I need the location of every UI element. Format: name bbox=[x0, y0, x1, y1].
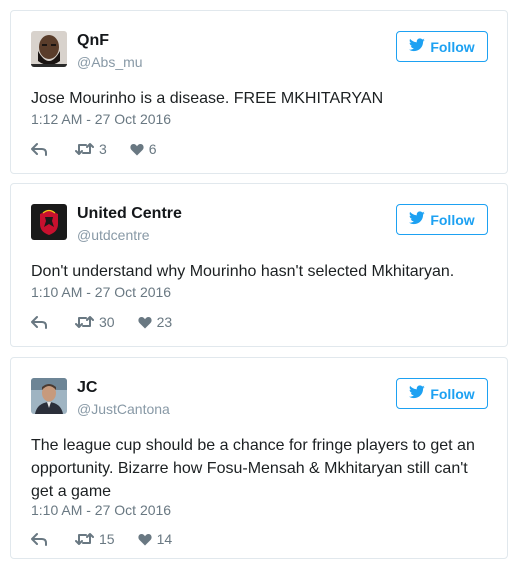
user-handle[interactable]: @utdcentre bbox=[77, 227, 150, 243]
tweet-actions: 3 6 bbox=[31, 140, 157, 158]
tweet-text: Don't understand why Mourinho hasn't sel… bbox=[31, 263, 455, 280]
like-count: 6 bbox=[148, 141, 157, 157]
reply-icon bbox=[31, 532, 47, 546]
tweet-timestamp[interactable]: 1:10 AM - 27 Oct 2016 bbox=[31, 284, 171, 300]
retweet-button[interactable]: 30 bbox=[75, 314, 115, 330]
tweet-actions: 30 23 bbox=[31, 313, 172, 331]
follow-button[interactable]: Follow bbox=[396, 31, 488, 62]
retweet-count: 15 bbox=[99, 531, 115, 547]
like-count: 23 bbox=[156, 314, 173, 330]
follow-label: Follow bbox=[430, 38, 475, 55]
tweet-text: Jose Mourinho is a disease. FREE MKHITAR… bbox=[31, 90, 384, 107]
user-handle[interactable]: @JustCantona bbox=[77, 401, 170, 417]
tweet-card: United Centre @utdcentre Follow Don't un… bbox=[10, 183, 508, 347]
twitter-bird-icon bbox=[409, 211, 426, 228]
retweet-button[interactable]: 15 bbox=[75, 531, 115, 547]
avatar[interactable] bbox=[31, 378, 67, 414]
follow-label: Follow bbox=[430, 211, 475, 228]
retweet-count: 3 bbox=[99, 141, 107, 157]
like-button[interactable]: 23 bbox=[137, 314, 173, 330]
user-name[interactable]: JC bbox=[77, 379, 97, 397]
reply-button[interactable] bbox=[31, 142, 47, 156]
reply-icon bbox=[31, 315, 47, 329]
retweet-icon bbox=[75, 142, 94, 156]
tweet-card: JC @JustCantona Follow The league cup sh… bbox=[10, 357, 508, 559]
tweet-actions: 15 14 bbox=[31, 530, 172, 548]
tweet-timestamp[interactable]: 1:12 AM - 27 Oct 2016 bbox=[31, 111, 171, 127]
avatar[interactable] bbox=[31, 31, 67, 67]
like-button[interactable]: 6 bbox=[130, 141, 157, 157]
heart-icon bbox=[137, 533, 152, 546]
user-name[interactable]: United Centre bbox=[77, 205, 182, 223]
tweet-timestamp[interactable]: 1:10 AM - 27 Oct 2016 bbox=[31, 502, 171, 518]
follow-label: Follow bbox=[430, 385, 475, 402]
like-count: 14 bbox=[156, 531, 173, 547]
retweet-icon bbox=[75, 532, 94, 546]
user-name[interactable]: QnF bbox=[77, 32, 109, 50]
user-handle[interactable]: @Abs_mu bbox=[77, 54, 143, 70]
retweet-count: 30 bbox=[99, 314, 115, 330]
avatar[interactable] bbox=[31, 204, 67, 240]
heart-icon bbox=[137, 316, 152, 329]
twitter-bird-icon bbox=[409, 38, 426, 55]
like-button[interactable]: 14 bbox=[137, 531, 173, 547]
retweet-button[interactable]: 3 bbox=[75, 141, 107, 157]
follow-button[interactable]: Follow bbox=[396, 378, 488, 409]
heart-icon bbox=[130, 143, 144, 156]
follow-button[interactable]: Follow bbox=[396, 204, 488, 235]
tweet-text: The league cup should be a chance for fr… bbox=[31, 437, 475, 500]
twitter-bird-icon bbox=[409, 385, 426, 402]
reply-icon bbox=[31, 142, 47, 156]
retweet-icon bbox=[75, 315, 94, 329]
tweet-card: QnF @Abs_mu Follow Jose Mourinho is a di… bbox=[10, 10, 508, 174]
reply-button[interactable] bbox=[31, 532, 47, 546]
reply-button[interactable] bbox=[31, 315, 47, 329]
